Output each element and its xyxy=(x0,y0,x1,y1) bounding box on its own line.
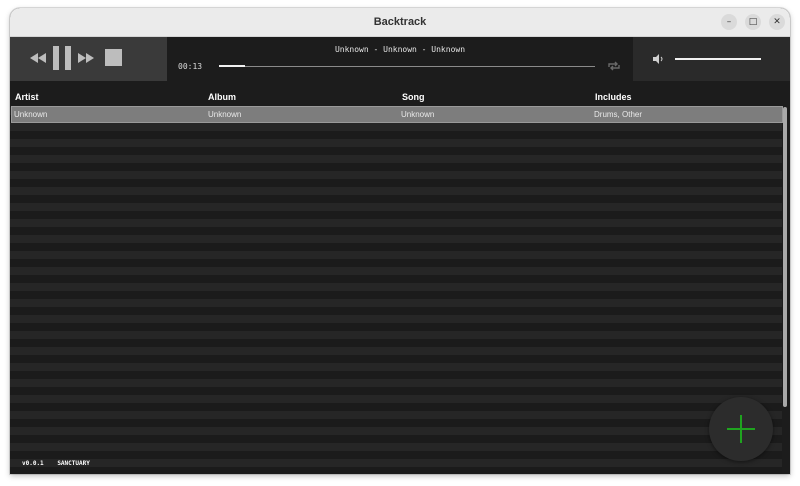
close-button[interactable]: ✕ xyxy=(769,14,785,30)
elapsed-time: 00:13 xyxy=(178,62,203,71)
add-track-button[interactable] xyxy=(709,397,773,461)
version-label: v0.0.1 xyxy=(22,460,44,467)
column-header-song[interactable]: Song xyxy=(402,92,425,102)
pause-icon[interactable] xyxy=(53,46,71,70)
window-title: Backtrack xyxy=(373,16,427,28)
now-playing-panel: Unknown - Unknown - Unknown 00:13 xyxy=(167,37,633,81)
volume-slider[interactable] xyxy=(675,58,761,60)
maximize-button[interactable]: □ xyxy=(745,14,761,30)
volume-level xyxy=(675,58,761,60)
volume-panel xyxy=(633,37,790,81)
table-row[interactable]: Unknown Unknown Unknown Drums, Other xyxy=(11,106,783,123)
app-window: Backtrack – □ ✕ Unknown - Unknown - Unkn xyxy=(10,8,790,474)
fast-forward-icon[interactable] xyxy=(78,53,94,63)
now-playing-title: Unknown - Unknown - Unknown xyxy=(334,45,466,54)
plus-icon xyxy=(727,415,755,443)
speaker-icon[interactable] xyxy=(653,54,664,64)
cell-album: Unknown xyxy=(208,110,242,119)
track-table: Artist Album Song Includes Unknown Unkno… xyxy=(10,81,790,474)
title-bar[interactable]: Backtrack – □ ✕ xyxy=(10,8,790,37)
rewind-icon[interactable] xyxy=(30,53,46,63)
column-header-album[interactable]: Album xyxy=(208,92,236,102)
transport-controls xyxy=(10,37,167,81)
cell-song: Unknown xyxy=(401,110,435,119)
table-body: Unknown Unknown Unknown Drums, Other xyxy=(10,106,783,474)
column-header-artist[interactable]: Artist xyxy=(15,92,39,102)
cell-includes: Drums, Other xyxy=(594,110,643,119)
table-header: Artist Album Song Includes xyxy=(10,89,782,105)
column-header-includes[interactable]: Includes xyxy=(595,92,632,102)
seek-progress xyxy=(219,65,246,67)
stop-icon[interactable] xyxy=(105,49,122,66)
player-bar: Unknown - Unknown - Unknown 00:13 xyxy=(10,37,790,81)
footer: v0.0.1 SANCTUARY xyxy=(22,460,100,467)
cell-artist: Unknown xyxy=(14,110,48,119)
repeat-icon[interactable] xyxy=(607,61,621,71)
minimize-button[interactable]: – xyxy=(721,14,737,30)
seek-bar[interactable] xyxy=(219,65,595,67)
brand-label: SANCTUARY xyxy=(57,460,90,467)
vertical-scrollbar[interactable] xyxy=(783,107,787,407)
